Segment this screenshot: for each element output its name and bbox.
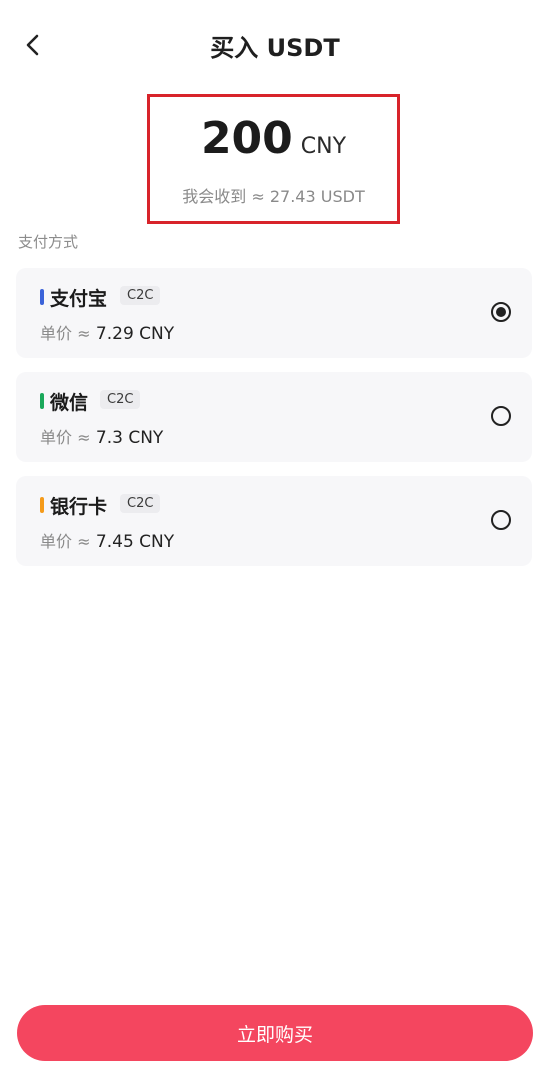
radio-button[interactable] xyxy=(491,510,511,530)
payment-method-label: 支付方式 xyxy=(18,233,79,251)
method-price: 单价 ≈ 7.29 CNY xyxy=(40,320,174,344)
method-tag: C2C xyxy=(100,390,141,409)
price-label: 单价 ≈ xyxy=(40,428,91,447)
method-name: 支付宝 xyxy=(50,288,108,310)
page-title: 买入 USDT xyxy=(210,34,340,62)
method-color-bar xyxy=(40,497,44,513)
amount-summary: 200 CNY 我会收到 ≈ 27.43 USDT xyxy=(147,94,400,224)
price-value: 7.29 CNY xyxy=(95,324,175,344)
price-value: 7.3 CNY xyxy=(95,428,164,448)
receive-estimate: 我会收到 ≈ 27.43 USDT xyxy=(182,187,365,206)
amount-value: 200 xyxy=(200,113,293,164)
method-price: 单价 ≈ 7.45 CNY xyxy=(40,528,174,552)
method-price: 单价 ≈ 7.3 CNY xyxy=(40,424,163,448)
payment-option-bank-card[interactable]: 银行卡 C2C 单价 ≈ 7.45 CNY xyxy=(16,476,532,566)
amount-line: 200 CNY xyxy=(150,113,397,164)
method-color-bar xyxy=(40,393,44,409)
amount-unit: CNY xyxy=(300,134,347,159)
method-name: 银行卡 xyxy=(50,496,108,518)
method-tag: C2C xyxy=(120,286,161,305)
method-color-bar xyxy=(40,289,44,305)
method-tag: C2C xyxy=(120,494,161,513)
buy-now-button[interactable]: 立即购买 xyxy=(17,1005,533,1061)
header: 买入 USDT xyxy=(0,0,550,90)
price-label: 单价 ≈ xyxy=(40,324,91,343)
method-name: 微信 xyxy=(50,392,89,414)
price-value: 7.45 CNY xyxy=(95,532,175,552)
radio-button[interactable] xyxy=(491,302,511,322)
payment-option-wechat[interactable]: 微信 C2C 单价 ≈ 7.3 CNY xyxy=(16,372,532,462)
payment-option-alipay[interactable]: 支付宝 C2C 单价 ≈ 7.29 CNY xyxy=(16,268,532,358)
price-label: 单价 ≈ xyxy=(40,532,91,551)
radio-button[interactable] xyxy=(491,406,511,426)
